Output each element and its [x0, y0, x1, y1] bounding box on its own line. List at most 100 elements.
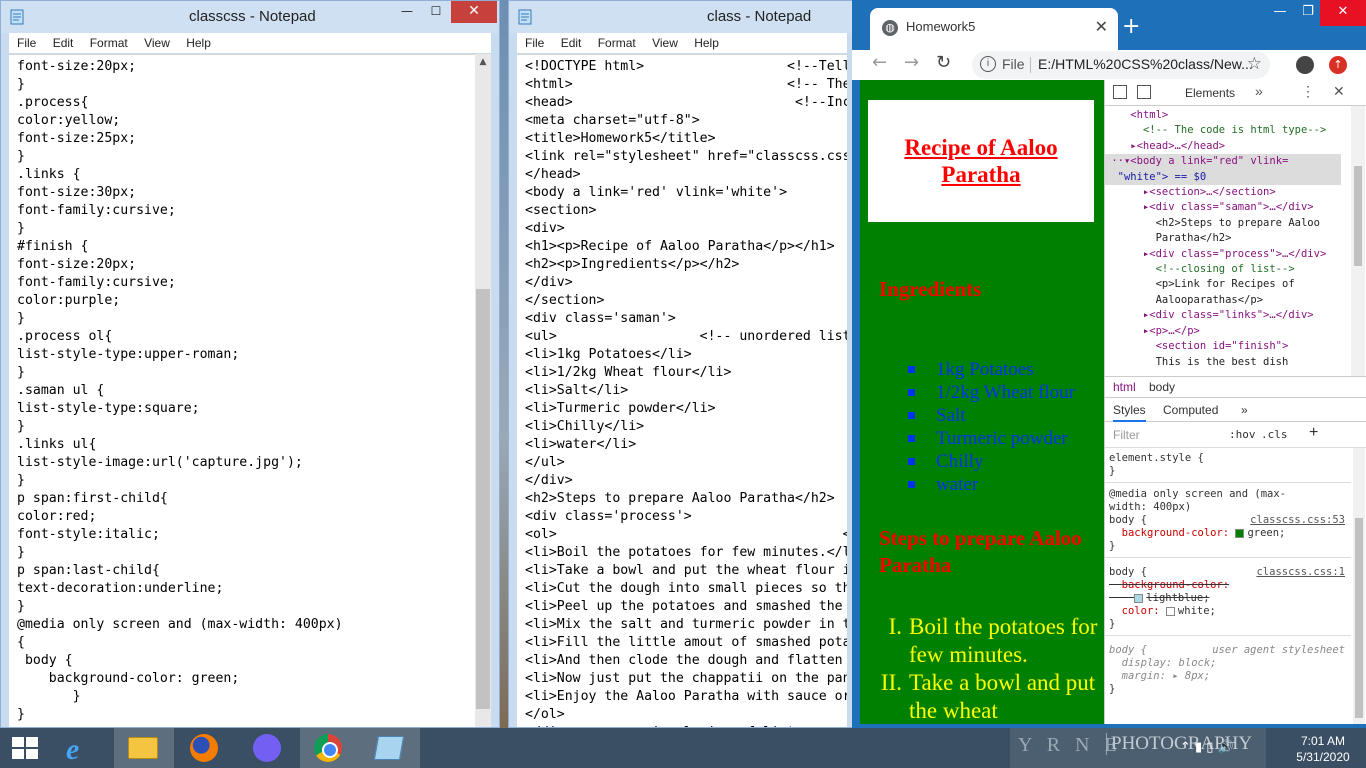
close-button[interactable]: ✕	[1320, 0, 1366, 26]
menu-help[interactable]: Help	[186, 33, 211, 53]
elements-tab[interactable]: Elements	[1185, 86, 1235, 100]
color-swatch[interactable]	[1165, 606, 1175, 616]
dom-line[interactable]: ▸<div class="process">…</div>	[1105, 247, 1341, 262]
devtools-close-icon[interactable]: ✕	[1333, 83, 1345, 100]
dom-line-selected[interactable]: ··▾<body a link="red" vlink=	[1105, 154, 1341, 170]
dom-line[interactable]: <p>Link for Recipes of	[1105, 277, 1341, 292]
more-tabs-icon[interactable]: »	[1241, 403, 1248, 417]
scroll-thumb[interactable]	[1354, 166, 1362, 266]
back-arrow-icon[interactable]: ←	[872, 52, 887, 73]
source-link[interactable]: classcss.css:53	[1250, 514, 1345, 527]
dom-line[interactable]: ▸<div class="saman">…</div>	[1105, 200, 1341, 215]
color-swatch[interactable]	[1235, 528, 1245, 538]
dom-tree[interactable]: <html> <!-- The code is html type--> ▸<h…	[1105, 106, 1341, 376]
css-property[interactable]: background-color:	[1122, 527, 1229, 539]
dom-line[interactable]: This is the best dish	[1105, 355, 1341, 370]
color-swatch[interactable]	[1134, 593, 1144, 603]
dom-line[interactable]: ▸<section>…</section>	[1105, 185, 1341, 200]
cls-toggle[interactable]: .cls	[1261, 428, 1288, 441]
more-tabs-icon[interactable]: »	[1255, 83, 1263, 99]
hov-toggle[interactable]: :hov	[1229, 428, 1256, 441]
update-icon[interactable]: ↑	[1329, 56, 1347, 74]
tab-title: Homework5	[906, 19, 976, 34]
dom-line[interactable]: ▸<p>…</p>	[1105, 324, 1341, 339]
divider	[1030, 57, 1031, 73]
dom-line[interactable]: <!-- The code is html type-->	[1105, 123, 1341, 138]
css-declaration[interactable]: margin: ▸ 8px;	[1122, 670, 1211, 682]
tab-close-icon[interactable]: ✕	[1095, 17, 1108, 36]
profile-avatar-icon[interactable]	[1296, 56, 1314, 74]
taskbar-chrome[interactable]	[300, 728, 360, 768]
css-value[interactable]: white;	[1178, 605, 1216, 617]
start-button[interactable]	[0, 728, 60, 768]
kebab-menu-icon[interactable]: ⋮	[1301, 83, 1315, 100]
browser-tab[interactable]: ◍ Homework5 ✕	[870, 8, 1118, 50]
filter-input[interactable]: Filter	[1113, 428, 1140, 442]
new-tab-button[interactable]: +	[1122, 14, 1140, 39]
dom-line[interactable]: ▸<div class="links">…</div>	[1105, 308, 1341, 323]
dom-line[interactable]: <h2>Steps to prepare Aaloo	[1105, 216, 1341, 231]
dom-scrollbar[interactable]	[1351, 106, 1365, 376]
text-editor[interactable]: <!DOCTYPE html> <!--Tells <html> <!-- The…	[517, 54, 847, 727]
css-value[interactable]: green;	[1247, 527, 1285, 539]
bookmark-star-icon[interactable]: ☆	[1247, 54, 1262, 74]
dom-line[interactable]: <!--closing of list-->	[1105, 262, 1341, 277]
reload-icon[interactable]: ↻	[936, 52, 951, 73]
taskbar-notepad[interactable]	[360, 728, 420, 768]
tab-computed[interactable]: Computed	[1163, 403, 1218, 417]
tray-icons[interactable]: ⌃ ▮ ▯ 🔊	[1180, 740, 1234, 755]
menu-edit[interactable]: Edit	[561, 33, 582, 53]
menu-help[interactable]: Help	[694, 33, 719, 53]
inspect-icon[interactable]	[1113, 85, 1127, 99]
text-editor[interactable]: font-size:20px;} .process{color:yellow; fo…	[9, 54, 475, 727]
source-link[interactable]: classcss.css:1	[1256, 566, 1345, 579]
forward-arrow-icon[interactable]: →	[904, 52, 919, 73]
rule-body[interactable]: body {classcss.css:1 background-color: l…	[1105, 562, 1351, 636]
vertical-scrollbar[interactable]: ▲	[475, 54, 491, 727]
maximize-button[interactable]: ☐	[420, 1, 452, 23]
url-text[interactable]: E:/HTML%20CSS%20class/New...	[1038, 56, 1253, 72]
minimize-button[interactable]: —	[391, 1, 423, 23]
rule-media-body[interactable]: @media only screen and (max- width: 400p…	[1105, 484, 1351, 558]
close-button[interactable]: ✕	[451, 1, 497, 23]
notepad-icon	[10, 9, 24, 25]
info-icon[interactable]: i	[980, 56, 996, 72]
menu-format[interactable]: Format	[598, 33, 636, 53]
crumb-html[interactable]: html	[1113, 380, 1136, 394]
css-value[interactable]: lightblue;	[1146, 592, 1209, 604]
menu-view[interactable]: View	[652, 33, 678, 53]
device-toggle-icon[interactable]	[1137, 85, 1151, 99]
css-property[interactable]: color:	[1122, 605, 1160, 617]
clock[interactable]: 7:01 AM 5/31/2020	[1288, 733, 1358, 765]
menu-edit[interactable]: Edit	[53, 33, 74, 53]
dom-line[interactable]: <section id="finish">	[1105, 339, 1341, 354]
address-bar[interactable]: i File E:/HTML%20CSS%20class/New... ☆	[972, 51, 1270, 79]
css-property[interactable]: background-color:	[1122, 579, 1229, 591]
dom-line[interactable]: Aalooparathas</p>	[1105, 293, 1341, 308]
menu-format[interactable]: Format	[90, 33, 128, 53]
css-declaration[interactable]: display: block;	[1122, 657, 1217, 669]
crumb-body[interactable]: body	[1149, 380, 1175, 394]
tab-styles[interactable]: Styles	[1113, 403, 1146, 422]
rule-user-agent[interactable]: body {user agent stylesheet display: blo…	[1105, 640, 1351, 700]
scroll-thumb[interactable]	[1355, 518, 1363, 718]
dom-line[interactable]: <html>	[1105, 108, 1341, 123]
scroll-up-arrow-icon[interactable]: ▲	[475, 54, 491, 70]
menu-file[interactable]: File	[17, 33, 36, 53]
scroll-thumb[interactable]	[476, 289, 490, 709]
page-title[interactable]: Recipe of Aaloo Paratha	[868, 134, 1094, 188]
taskbar-viber[interactable]	[238, 728, 298, 768]
menu-file[interactable]: File	[525, 33, 544, 53]
add-rule-icon[interactable]: +	[1309, 424, 1318, 442]
dom-line[interactable]: ▸<head>…</head>	[1105, 139, 1341, 154]
taskbar-file-explorer[interactable]	[114, 728, 174, 768]
styles-scrollbar[interactable]	[1353, 448, 1365, 724]
dom-line-selected[interactable]: "white"> == $0	[1105, 169, 1341, 186]
taskbar-firefox[interactable]	[176, 728, 236, 768]
taskbar-ie[interactable]: e	[52, 728, 112, 768]
dom-line[interactable]: Paratha</h2>	[1105, 231, 1341, 246]
menu-view[interactable]: View	[144, 33, 170, 53]
title-bar[interactable]: class - Notepad	[509, 1, 855, 33]
title-bar[interactable]: classcss - Notepad — ☐ ✕	[1, 1, 499, 33]
rule-element-style[interactable]: element.style { }	[1105, 448, 1351, 483]
